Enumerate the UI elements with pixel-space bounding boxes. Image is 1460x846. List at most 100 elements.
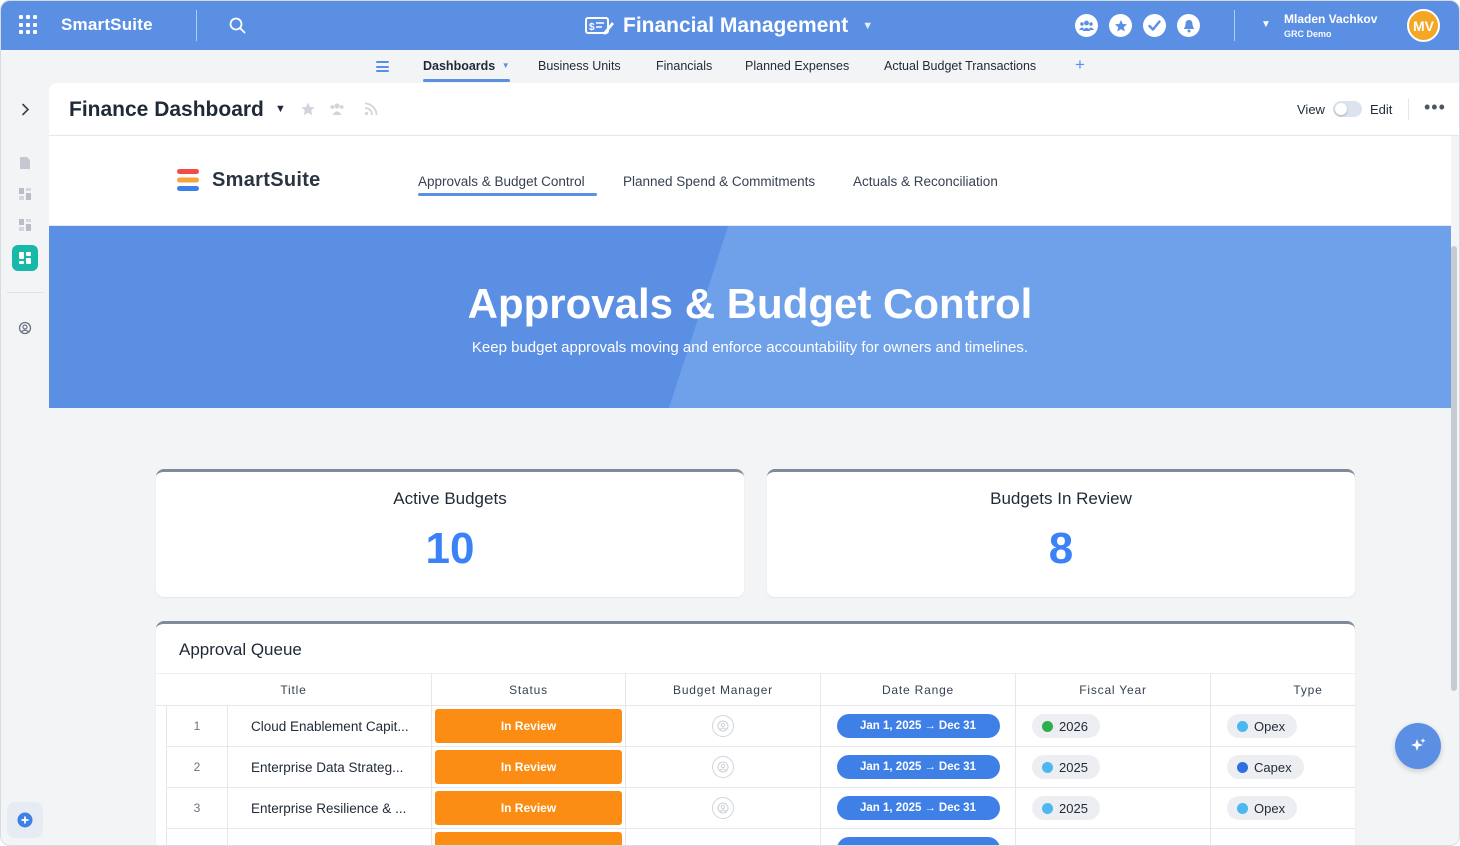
avatar[interactable]: MV <box>1407 9 1440 42</box>
add-button[interactable] <box>7 802 43 838</box>
date-range-cell: Jan 1, 2025 → Dec 31 <box>821 706 1016 747</box>
tab-dashboards[interactable]: Dashboards ▼ <box>423 59 510 73</box>
type-cell: Opex <box>1211 788 1355 829</box>
budget-manager-cell[interactable] <box>626 788 821 829</box>
column-header-date-range[interactable]: Date Range <box>821 673 1016 706</box>
column-header-status[interactable]: Status <box>432 673 626 706</box>
fiscal-year-tag[interactable]: 2025 <box>1032 755 1100 779</box>
rss-icon[interactable] <box>363 101 379 117</box>
kpi-label: Budgets In Review <box>990 489 1132 508</box>
row-title[interactable]: Cloud Enablement Capit... <box>228 706 432 747</box>
bell-icon[interactable] <box>1177 14 1200 37</box>
svg-text:$: $ <box>589 22 595 33</box>
status-dot <box>1237 802 1248 814</box>
table-row[interactable] <box>166 829 1355 845</box>
table-row[interactable]: 3 Enterprise Resilience & ... In Review … <box>166 788 1355 829</box>
budget-manager-cell[interactable] <box>626 747 821 788</box>
star-icon[interactable] <box>1109 14 1132 37</box>
status-dot <box>1042 761 1053 773</box>
tab-actual-budget-transactions[interactable]: Actual Budget Transactions <box>884 59 1036 73</box>
row-title[interactable]: Enterprise Resilience & ... <box>228 788 432 829</box>
status-cell: In Review <box>432 747 626 788</box>
tab-approvals-budget-control[interactable]: Approvals & Budget Control <box>418 174 585 189</box>
type-tag[interactable]: Opex <box>1227 796 1298 820</box>
status-badge[interactable]: In Review <box>435 709 622 743</box>
dashboard-canvas[interactable]: SmartSuite Approvals & Budget Control Pl… <box>49 136 1459 845</box>
hero-banner: Approvals & Budget Control Keep budget a… <box>49 226 1451 408</box>
arrow-right-icon: → <box>924 720 936 732</box>
chevron-down-icon[interactable]: ▼ <box>1261 19 1271 30</box>
tab-business-units[interactable]: Business Units <box>538 59 621 73</box>
main-panel: Finance Dashboard ▼ View Edit ••• SmartS… <box>49 83 1459 845</box>
add-tab-button[interactable]: + <box>1075 55 1085 75</box>
divider <box>1408 98 1409 120</box>
type-tag[interactable]: Capex <box>1227 755 1304 779</box>
status-dot <box>1237 720 1248 732</box>
tab-planned-expenses[interactable]: Planned Expenses <box>745 59 849 73</box>
table-row[interactable]: 2 Enterprise Data Strateg... In Review J… <box>166 747 1355 788</box>
team-icon[interactable] <box>1075 14 1098 37</box>
brand-name[interactable]: SmartSuite <box>61 15 153 35</box>
vertical-scrollbar[interactable] <box>1451 246 1457 691</box>
star-icon[interactable] <box>300 101 316 117</box>
widget-title: Approval Queue <box>179 640 302 659</box>
status-cell <box>432 829 626 845</box>
type-value: Opex <box>1254 800 1286 816</box>
fiscal-year-tag[interactable]: 2026 <box>1032 714 1100 738</box>
date-range-pill[interactable] <box>836 837 1000 845</box>
app-title-dropdown[interactable]: $ Financial Management ▼ <box>585 12 873 40</box>
user-circle-icon[interactable] <box>15 318 35 338</box>
budget-manager-cell[interactable] <box>626 706 821 747</box>
fiscal-year-cell: 2025 <box>1016 788 1211 829</box>
column-header-title[interactable]: Title <box>156 673 432 706</box>
tab-actuals-reconciliation[interactable]: Actuals & Reconciliation <box>853 174 998 189</box>
column-header-type[interactable]: Type <box>1211 673 1355 706</box>
fiscal-year-cell: 2026 <box>1016 706 1211 747</box>
approval-queue-widget: Approval Queue Title Status Budget Manag… <box>156 621 1355 845</box>
tab-financials[interactable]: Financials <box>656 59 712 73</box>
kpi-card-budgets-in-review[interactable]: Budgets In Review 8 <box>767 469 1355 597</box>
column-header-fiscal-year[interactable]: Fiscal Year <box>1016 673 1211 706</box>
apps-grid-icon[interactable] <box>19 15 39 35</box>
fiscal-year-tag[interactable]: 2025 <box>1032 796 1100 820</box>
layout-icon[interactable] <box>15 184 35 204</box>
document-icon[interactable] <box>15 153 35 173</box>
search-icon[interactable] <box>229 17 246 34</box>
type-tag[interactable]: Opex <box>1227 714 1298 738</box>
layout-icon[interactable] <box>15 215 35 235</box>
table-row[interactable]: 1 Cloud Enablement Capit... In Review Ja… <box>166 706 1355 747</box>
row-title[interactable]: Enterprise Data Strateg... <box>228 747 432 788</box>
tab-planned-spend-commitments[interactable]: Planned Spend & Commitments <box>623 174 815 189</box>
ai-assistant-button[interactable] <box>1395 723 1441 769</box>
left-rail <box>1 83 49 845</box>
row-number <box>166 829 228 845</box>
team-icon[interactable] <box>329 101 345 117</box>
chevron-down-icon[interactable]: ▼ <box>275 103 286 115</box>
edit-mode-label: Edit <box>1370 102 1393 117</box>
status-badge[interactable]: In Review <box>435 791 622 825</box>
view-mode-label: View <box>1297 102 1325 117</box>
budget-manager-cell[interactable] <box>626 829 821 845</box>
more-options-icon[interactable]: ••• <box>1424 97 1446 118</box>
menu-icon[interactable] <box>376 61 389 72</box>
status-badge[interactable] <box>435 832 622 845</box>
date-range-pill[interactable]: Jan 1, 2025 → Dec 31 <box>836 755 1000 779</box>
active-tab-indicator <box>423 79 510 82</box>
user-name[interactable]: Mladen Vachkov <box>1284 12 1377 26</box>
status-badge[interactable]: In Review <box>435 750 622 784</box>
user-placeholder-icon <box>712 715 734 737</box>
row-title[interactable] <box>228 829 432 845</box>
dashboard-icon[interactable] <box>12 245 38 271</box>
type-value: Capex <box>1254 759 1292 775</box>
check-icon[interactable] <box>1143 14 1166 37</box>
row-number: 3 <box>166 788 228 829</box>
dashboard-nav: SmartSuite Approvals & Budget Control Pl… <box>49 136 1451 226</box>
chevron-right-icon[interactable] <box>15 99 35 119</box>
date-range-pill[interactable]: Jan 1, 2025 → Dec 31 <box>836 796 1000 820</box>
column-header-budget-manager[interactable]: Budget Manager <box>626 673 821 706</box>
view-edit-toggle[interactable] <box>1333 101 1362 117</box>
plus-circle-icon <box>17 812 33 828</box>
kpi-card-active-budgets[interactable]: Active Budgets 10 <box>156 469 744 597</box>
type-cell: Capex <box>1211 747 1355 788</box>
date-range-pill[interactable]: Jan 1, 2025 → Dec 31 <box>836 714 1000 738</box>
